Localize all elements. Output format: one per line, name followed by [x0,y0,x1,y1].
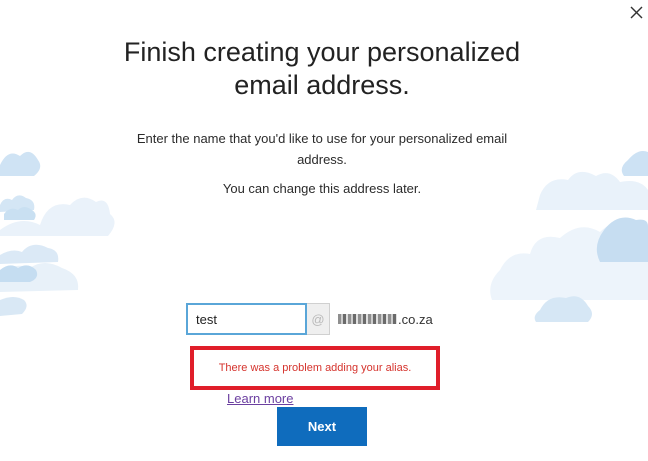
redacted-domain-name [338,314,397,324]
alias-input[interactable] [186,303,307,335]
title-line-2: email address. [234,70,410,100]
dialog-title: Finish creating your personalized email … [0,36,644,102]
right-cloud-decoration [490,151,648,322]
title-line-1: Finish creating your personalized [123,37,521,67]
close-button[interactable] [626,2,646,22]
left-cloud-decoration [0,151,115,316]
error-highlight-box: There was a problem adding your alias. [190,346,440,390]
at-symbol: @ [307,303,330,335]
learn-more-link[interactable]: Learn more [227,391,293,406]
domain-suffix: .co.za [398,311,433,327]
email-alias-dialog: Finish creating your personalized email … [0,0,648,461]
next-button[interactable]: Next [277,407,367,446]
error-message: There was a problem adding your alias. [218,362,412,374]
alias-input-row: @ .co.za [186,303,433,335]
description-line-2: address. [297,152,347,167]
description-line-1: Enter the name that you'd like to use fo… [136,131,508,146]
domain-label: .co.za [338,312,433,327]
close-icon [630,6,643,19]
description-text: Enter the name that you'd like to use fo… [0,128,644,170]
change-later-note: You can change this address later. [222,181,422,196]
